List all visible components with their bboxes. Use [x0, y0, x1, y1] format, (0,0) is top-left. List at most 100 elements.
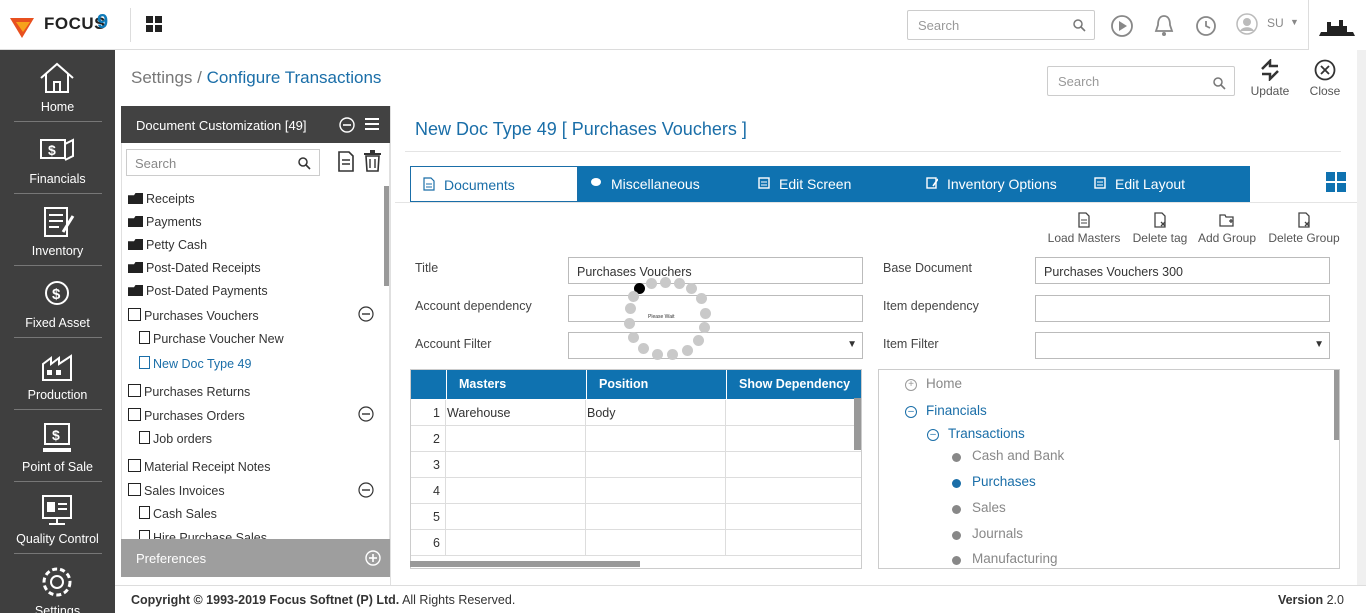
new-document-icon[interactable] [337, 151, 355, 172]
tree-item-material-receipt-notes[interactable]: Material Receipt Notes [128, 459, 270, 479]
grid-header-position[interactable]: Position [586, 370, 726, 399]
tab-documents[interactable]: Documents [410, 166, 578, 202]
sidebar-item-financials[interactable]: $ Financials [0, 122, 115, 194]
search-icon[interactable] [1213, 77, 1226, 90]
collapse-icon[interactable] [339, 117, 355, 133]
grid-cell-dependency[interactable] [726, 452, 861, 478]
menu-icon[interactable] [365, 118, 379, 130]
tab-inventory-options[interactable]: Inventory Options [914, 166, 1082, 202]
delete-tag-button[interactable]: Delete tag [1128, 212, 1192, 245]
tree-item-payments[interactable]: Payments [128, 215, 202, 235]
collapse-icon[interactable] [358, 406, 374, 422]
sidebar-item-home[interactable]: Home [0, 50, 115, 122]
sidebar-item-settings[interactable]: Settings [0, 554, 115, 613]
grid-cell-masters[interactable] [446, 452, 586, 478]
menu-tree-manufacturing[interactable]: Manufacturing [951, 551, 1058, 566]
grid-cell-position[interactable] [586, 452, 726, 478]
tab-edit-screen[interactable]: Edit Screen [746, 166, 914, 202]
update-button[interactable]: Update [1246, 57, 1294, 98]
grid-cell-dependency[interactable] [726, 400, 861, 426]
item-filter-select[interactable]: ▼ [1035, 332, 1330, 359]
delete-group-button[interactable]: Delete Group [1264, 212, 1344, 245]
grid-cell-dependency[interactable] [726, 530, 861, 556]
grid-vertical-scrollbar[interactable] [854, 398, 861, 450]
grid-horizontal-scrollbar[interactable] [410, 561, 640, 567]
grid-view-icon[interactable] [1326, 172, 1346, 192]
account-filter-select[interactable]: ▼ [568, 332, 863, 359]
grid-cell-position[interactable] [586, 478, 726, 504]
bell-icon[interactable] [1152, 13, 1176, 39]
grid-cell-dependency[interactable] [726, 504, 861, 530]
play-icon[interactable] [1110, 14, 1134, 38]
tree-item-hire-purchase-sales[interactable]: Hire Purchase Sales [139, 530, 267, 539]
global-search-input[interactable]: Search [907, 10, 1095, 40]
grid-cell-position[interactable] [586, 426, 726, 452]
document-search-input[interactable]: Search [126, 149, 320, 176]
tree-item-petty-cash[interactable]: Petty Cash [128, 238, 207, 258]
grid-header-masters[interactable]: Masters [446, 370, 586, 399]
menu-tree-sales[interactable]: Sales [951, 500, 1006, 515]
grid-cell-position[interactable] [586, 530, 726, 556]
search-icon[interactable] [1073, 19, 1086, 32]
account-dependency-field[interactable] [568, 295, 863, 322]
tree-scrollbar[interactable] [384, 186, 389, 286]
delete-icon[interactable] [363, 150, 382, 172]
add-group-button[interactable]: Add Group [1194, 212, 1260, 245]
history-icon[interactable] [1194, 14, 1218, 38]
preferences-bar[interactable]: Preferences [121, 539, 390, 577]
tree-item-purchases-vouchers[interactable]: Purchases Vouchers [128, 308, 259, 328]
grid-cell-position[interactable]: Body [586, 400, 726, 426]
tree-item-purchase-voucher-new[interactable]: Purchase Voucher New [139, 331, 284, 351]
expand-icon[interactable] [365, 550, 381, 566]
base-document-field[interactable]: Purchases Vouchers 300 [1035, 257, 1330, 284]
menu-tree-scrollbar[interactable] [1334, 370, 1339, 440]
tree-item-post-dated-receipts[interactable]: Post-Dated Receipts [128, 261, 261, 281]
collapse-icon[interactable] [358, 482, 374, 498]
menu-tree-home[interactable]: + Home [905, 376, 962, 391]
apps-grid-icon[interactable] [146, 16, 162, 32]
tree-item-post-dated-payments[interactable]: Post-Dated Payments [128, 284, 268, 304]
sidebar-item-quality-control[interactable]: Quality Control [0, 482, 115, 554]
sidebar-item-fixed-asset[interactable]: $ Fixed Asset [0, 266, 115, 338]
transactions-search-input[interactable]: Search [1047, 66, 1235, 96]
user-menu[interactable]: SU ▼ [1236, 13, 1300, 37]
close-button[interactable]: Close [1303, 59, 1347, 98]
grid-cell-masters[interactable] [446, 530, 586, 556]
sidebar-item-production[interactable]: Production [0, 338, 115, 410]
grid-cell-masters[interactable] [446, 426, 586, 452]
tree-item-new-doc-type-49[interactable]: New Doc Type 49 [139, 356, 251, 376]
item-dependency-field[interactable] [1035, 295, 1330, 322]
account-filter-label: Account Filter [415, 337, 492, 351]
tree-item-receipts[interactable]: Receipts [128, 192, 195, 212]
grid-cell-masters[interactable] [446, 504, 586, 530]
tree-item-job-orders[interactable]: Job orders [139, 431, 212, 451]
page-scrollbar[interactable] [1357, 50, 1366, 585]
tree-item-sales-invoices[interactable]: Sales Invoices [128, 483, 225, 503]
grid-cell-dependency[interactable] [726, 478, 861, 504]
menu-tree-transactions[interactable]: – Transactions [927, 426, 1025, 441]
tab-miscellaneous[interactable]: Miscellaneous [578, 166, 746, 202]
menu-tree-journals[interactable]: Journals [951, 526, 1023, 541]
tree-item-cash-sales[interactable]: Cash Sales [139, 506, 217, 526]
sidebar-item-inventory[interactable]: Inventory [0, 194, 115, 266]
tree-item-purchases-returns[interactable]: Purchases Returns [128, 384, 250, 404]
tab-edit-layout[interactable]: Edit Layout [1082, 166, 1250, 202]
grid-cell-masters[interactable] [446, 478, 586, 504]
breadcrumb-parent[interactable]: Settings [131, 68, 192, 87]
grid-header-show-dependency[interactable]: Show Dependency [726, 370, 861, 399]
menu-tree-financials[interactable]: – Financials [905, 403, 987, 418]
row-number: 2 [411, 426, 446, 452]
collapse-icon[interactable] [358, 306, 374, 322]
grid-cell-dependency[interactable] [726, 426, 861, 452]
title-field[interactable]: Purchases Vouchers [568, 257, 863, 284]
ship-logo-icon [1319, 20, 1355, 36]
row-number: 5 [411, 504, 446, 530]
grid-cell-masters[interactable]: Warehouse [446, 400, 586, 426]
grid-cell-position[interactable] [586, 504, 726, 530]
load-masters-button[interactable]: Load Masters [1044, 212, 1124, 245]
menu-tree-cash-and-bank[interactable]: Cash and Bank [951, 448, 1064, 463]
search-icon[interactable] [298, 157, 311, 170]
menu-tree-purchases[interactable]: Purchases [951, 474, 1036, 489]
tree-item-purchases-orders[interactable]: Purchases Orders [128, 408, 245, 428]
sidebar-item-point-of-sale[interactable]: $ Point of Sale [0, 410, 115, 482]
